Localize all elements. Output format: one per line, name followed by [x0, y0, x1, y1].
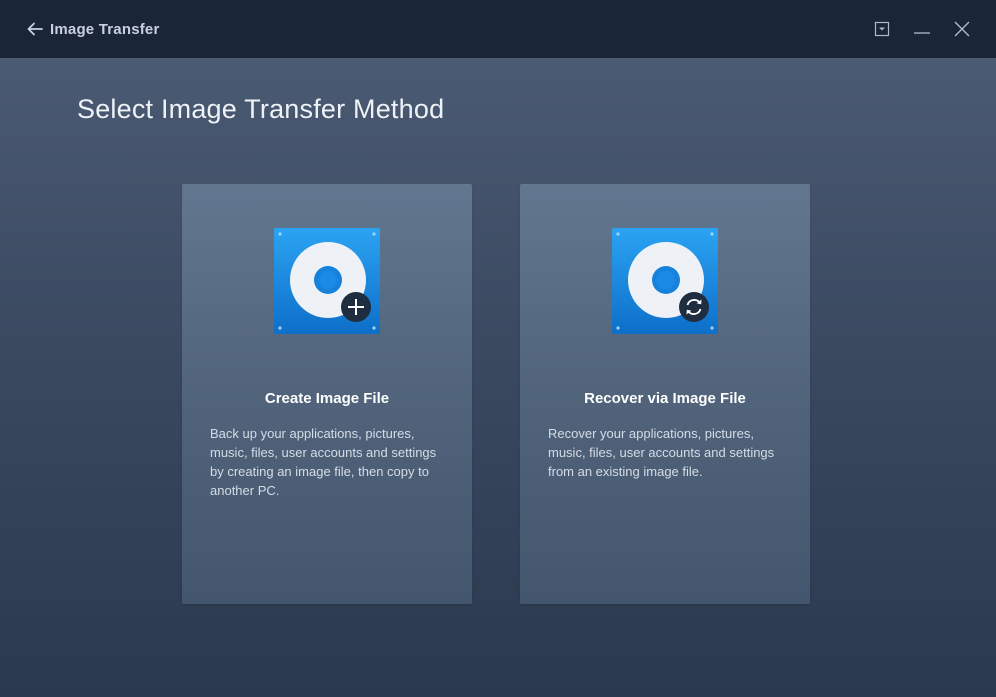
page-title: Select Image Transfer Method	[77, 94, 445, 124]
disk-add-icon	[274, 228, 380, 334]
disk-recover-icon	[612, 228, 718, 334]
minimize-button[interactable]	[910, 17, 934, 41]
option-description: Back up your applications, pictures, mus…	[210, 426, 437, 498]
dropdown-menu-icon	[874, 21, 890, 37]
back-arrow-icon	[27, 22, 43, 36]
recover-via-image-file-option[interactable]: Recover via Image File Recover your appl…	[520, 184, 810, 604]
main-content: Select Image Transfer Method Create Imag…	[0, 58, 996, 697]
option-title: Create Image File	[264, 390, 390, 407]
title-bar: Image Transfer	[0, 0, 996, 58]
plus-icon	[341, 292, 371, 322]
back-button[interactable]: Image Transfer	[26, 17, 160, 41]
menu-button[interactable]	[870, 17, 894, 41]
close-button[interactable]	[950, 17, 974, 41]
refresh-icon	[679, 292, 709, 322]
option-title: Recover via Image File	[584, 390, 746, 407]
app-title: Image Transfer	[50, 20, 160, 38]
minimize-icon	[914, 32, 930, 34]
option-description: Recover your applications, pictures, mus…	[548, 426, 775, 479]
create-image-file-option[interactable]: Create Image File Back up your applicati…	[182, 184, 472, 604]
close-icon	[954, 21, 970, 37]
